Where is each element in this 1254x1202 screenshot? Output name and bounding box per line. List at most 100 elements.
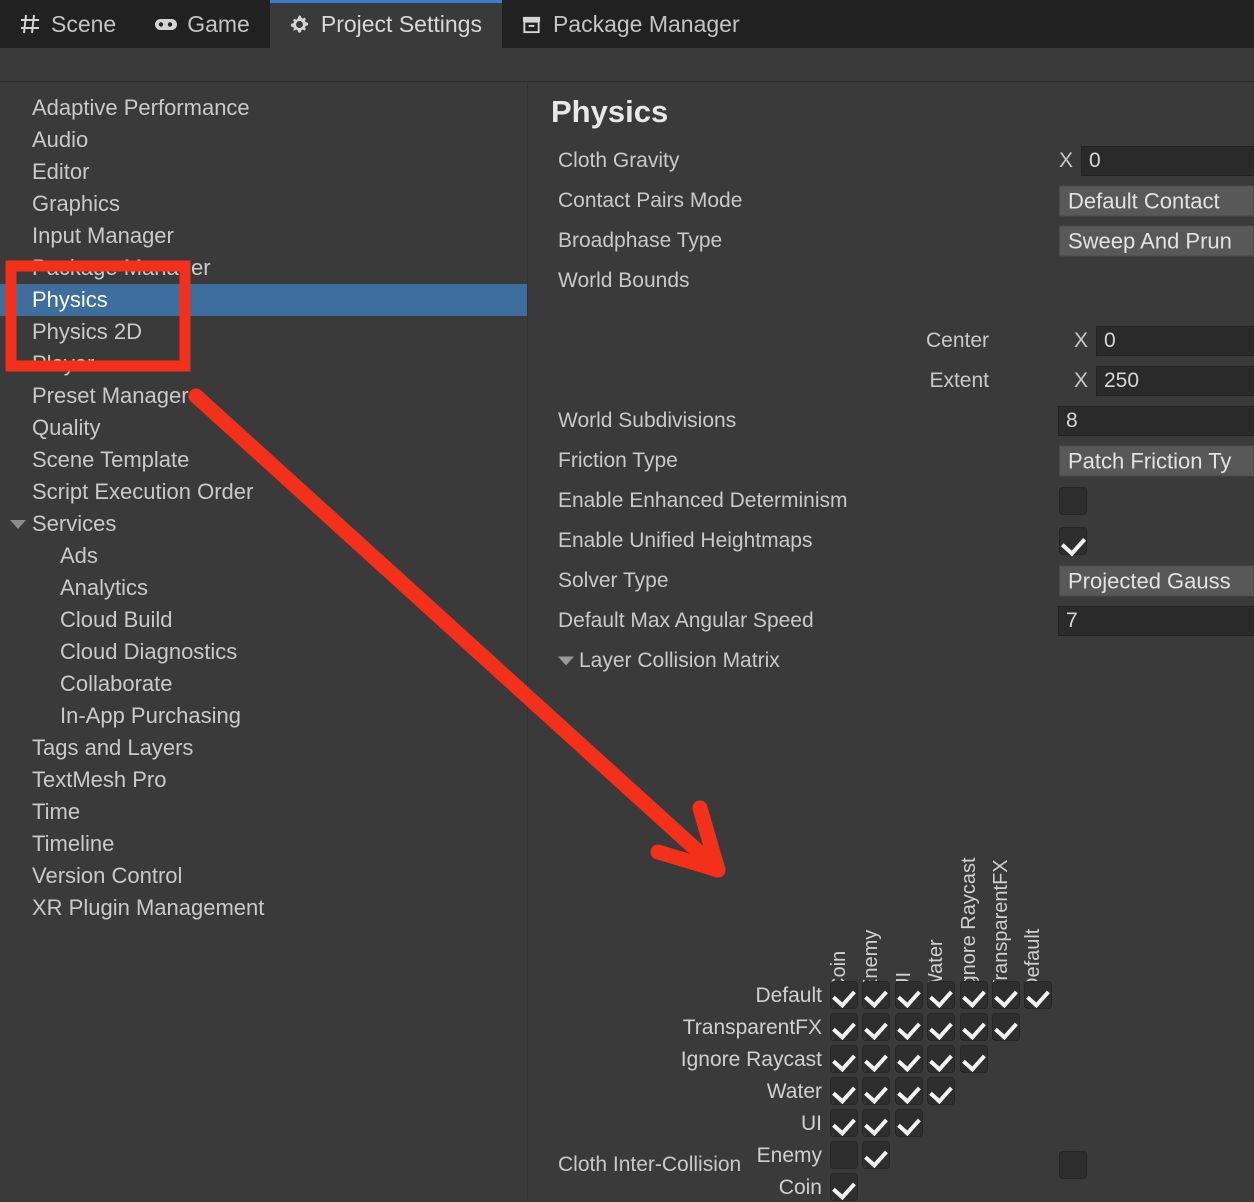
chevron-down-icon[interactable] — [10, 519, 26, 529]
matrix-checkbox[interactable] — [862, 1141, 891, 1169]
matrix-checkbox[interactable] — [1024, 981, 1053, 1009]
tab-scene-label: Scene — [51, 10, 117, 37]
value-input[interactable]: 8 — [1058, 406, 1254, 436]
row-label: Layer Collision Matrix — [579, 649, 780, 672]
sidebar-item-package-manager[interactable]: Package Manager — [0, 252, 527, 284]
sidebar-item-physics-2d[interactable]: Physics 2D — [0, 316, 527, 348]
sidebar-item-label: Player — [32, 351, 95, 376]
toolbar-strip — [0, 48, 1254, 82]
row-label: Enable Enhanced Determinism — [558, 489, 848, 512]
sidebar-item-scene-template[interactable]: Scene Template — [0, 444, 527, 476]
matrix-checkbox[interactable] — [862, 981, 891, 1009]
settings-category-list[interactable]: Adaptive Performance Audio Editor Graphics I… — [0, 83, 528, 1202]
value-input[interactable]: 0 — [1081, 146, 1254, 176]
value-input[interactable]: 7 — [1058, 606, 1254, 636]
matrix-checkbox[interactable] — [830, 1141, 858, 1169]
tab-project-settings[interactable]: Project Settings — [269, 0, 503, 48]
sidebar-item-preset-manager[interactable]: Preset Manager — [0, 380, 527, 412]
settings-row-extent: Extent X 250 — [529, 361, 1254, 401]
matrix-checkbox[interactable] — [830, 1045, 858, 1073]
checkbox-toggle[interactable] — [1059, 487, 1087, 515]
matrix-checkbox[interactable] — [894, 1045, 923, 1073]
matrix-checkbox[interactable] — [959, 1013, 988, 1041]
sidebar-item-label: Physics — [32, 287, 108, 312]
matrix-checkbox[interactable] — [959, 981, 988, 1009]
sidebar-item-editor[interactable]: Editor — [0, 156, 527, 188]
checkbox-toggle[interactable] — [1059, 1151, 1087, 1179]
axis-x-label: X — [1074, 329, 1089, 352]
dropdown-select[interactable]: Sweep And Prun — [1059, 225, 1254, 257]
sidebar-item-time[interactable]: Time — [0, 796, 527, 828]
sidebar-item-ads[interactable]: Ads — [0, 540, 527, 572]
sidebar-item-version-control[interactable]: Version Control — [0, 860, 527, 892]
sidebar-item-physics[interactable]: Physics — [0, 284, 527, 316]
tab-package-manager[interactable]: Package Manager — [502, 0, 760, 48]
matrix-row-label: UI — [801, 1112, 822, 1135]
matrix-checkbox[interactable] — [894, 1109, 923, 1137]
settings-row-default-max-angular-speed: Default Max Angular Speed 7 — [529, 601, 1254, 641]
sidebar-item-label: Time — [32, 799, 81, 824]
sidebar-item-label: Package Manager — [32, 255, 211, 280]
matrix-checkbox[interactable] — [927, 1045, 956, 1073]
sidebar-item-timeline[interactable]: Timeline — [0, 828, 527, 860]
matrix-checkbox[interactable] — [862, 1013, 891, 1041]
sidebar-item-textmesh-pro[interactable]: TextMesh Pro — [0, 764, 527, 796]
tab-scene[interactable]: Scene — [0, 0, 136, 48]
dropdown-select[interactable]: Patch Friction Ty — [1059, 445, 1254, 477]
settings-row-world-subdivisions: World Subdivisions 8 — [529, 401, 1254, 441]
value-input[interactable]: 0 — [1096, 326, 1254, 356]
sidebar-item-cloud-diagnostics[interactable]: Cloud Diagnostics — [0, 636, 527, 668]
matrix-checkbox[interactable] — [830, 1109, 858, 1137]
dropdown-select[interactable]: Projected Gauss — [1059, 565, 1254, 597]
row-label: Friction Type — [558, 449, 678, 472]
row-sublabel: Extent — [929, 369, 989, 392]
sidebar-item-in-app-purchasing[interactable]: In-App Purchasing — [0, 700, 527, 732]
sidebar-item-label: Adaptive Performance — [32, 95, 250, 120]
matrix-checkbox[interactable] — [927, 981, 956, 1009]
settings-row-enable-unified-heightmaps: Enable Unified Heightmaps — [529, 521, 1254, 561]
sidebar-item-input-manager[interactable]: Input Manager — [0, 220, 527, 252]
sidebar-item-services[interactable]: Services — [0, 508, 527, 540]
gamepad-icon — [154, 12, 178, 36]
sidebar-item-label: TextMesh Pro — [32, 767, 167, 792]
layer-collision-matrix[interactable]: Coin Enemy UI Water Ignore Raycast Transparen… — [529, 683, 1254, 1201]
matrix-checkbox[interactable] — [862, 1045, 891, 1073]
matrix-checkbox[interactable] — [894, 981, 923, 1009]
matrix-checkbox[interactable] — [830, 1077, 858, 1105]
matrix-checkbox[interactable] — [862, 1109, 891, 1137]
matrix-row-label: Default — [755, 984, 822, 1007]
matrix-checkbox[interactable] — [992, 1013, 1020, 1041]
matrix-checkbox[interactable] — [830, 1013, 858, 1041]
checkbox-toggle[interactable] — [1059, 527, 1087, 555]
sidebar-item-xr-plugin-management[interactable]: XR Plugin Management — [0, 892, 527, 924]
sidebar-item-label: Timeline — [32, 831, 115, 856]
sidebar-item-graphics[interactable]: Graphics — [0, 188, 527, 220]
sidebar-item-label: Audio — [32, 127, 89, 152]
matrix-checkbox[interactable] — [830, 981, 858, 1009]
matrix-checkbox[interactable] — [959, 1045, 988, 1073]
grid-icon — [18, 12, 42, 36]
sidebar-item-tags-and-layers[interactable]: Tags and Layers — [0, 732, 527, 764]
sidebar-item-script-execution-order[interactable]: Script Execution Order — [0, 476, 527, 508]
matrix-row-label: Water — [766, 1080, 822, 1103]
matrix-checkbox[interactable] — [894, 1077, 923, 1105]
sidebar-item-quality[interactable]: Quality — [0, 412, 527, 444]
sidebar-item-player[interactable]: Player — [0, 348, 527, 380]
chevron-down-icon[interactable] — [558, 656, 574, 666]
sidebar-item-analytics[interactable]: Analytics — [0, 572, 527, 604]
sidebar-item-adaptive-performance[interactable]: Adaptive Performance — [0, 92, 527, 124]
matrix-checkbox[interactable] — [992, 981, 1020, 1009]
row-label: Cloth Inter-Collision — [558, 1153, 742, 1176]
value-input[interactable]: 250 — [1096, 366, 1254, 396]
sidebar-item-collaborate[interactable]: Collaborate — [0, 668, 527, 700]
sidebar-item-cloud-build[interactable]: Cloud Build — [0, 604, 527, 636]
matrix-checkbox[interactable] — [927, 1077, 956, 1105]
matrix-checkbox[interactable] — [830, 1173, 858, 1201]
matrix-checkbox[interactable] — [862, 1077, 891, 1105]
matrix-checkbox[interactable] — [927, 1013, 956, 1041]
tab-game[interactable]: Game — [136, 0, 270, 48]
sidebar-item-audio[interactable]: Audio — [0, 124, 527, 156]
dropdown-select[interactable]: Default Contact — [1059, 185, 1254, 217]
settings-row-layer-collision-matrix: Layer Collision Matrix — [529, 641, 1254, 681]
matrix-checkbox[interactable] — [894, 1013, 923, 1041]
